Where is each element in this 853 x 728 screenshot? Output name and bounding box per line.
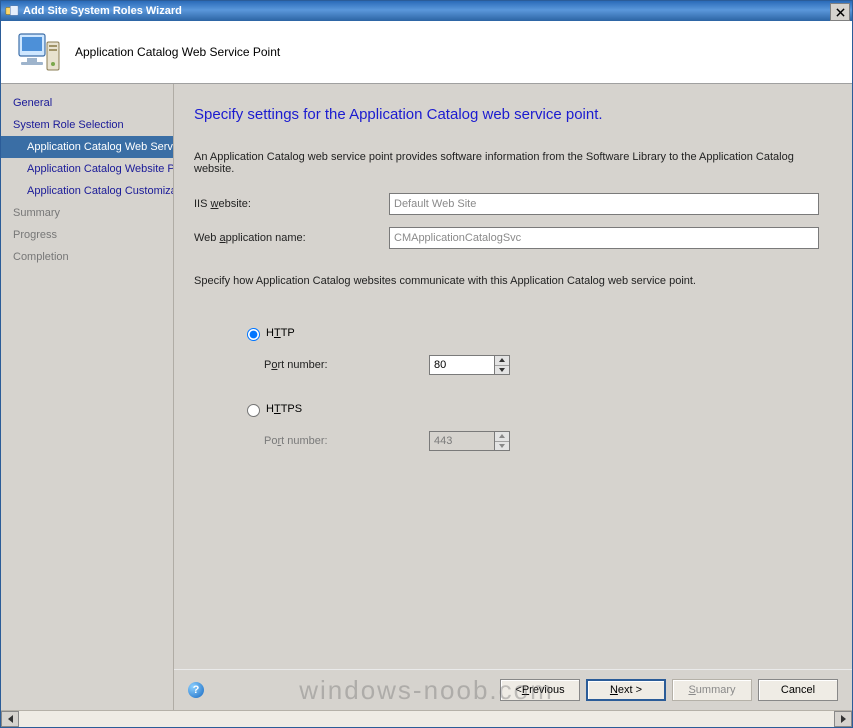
webapp-name-row: Web application name: — [194, 227, 832, 249]
https-radio[interactable] — [247, 404, 260, 417]
wizard-body: General System Role Selection Applicatio… — [1, 84, 852, 710]
horizontal-scrollbar[interactable] — [1, 710, 852, 727]
titlebar: Add Site System Roles Wizard — [1, 1, 852, 21]
http-port-input[interactable] — [430, 356, 494, 374]
button-bar: ? < Previous Next > Summary Cancel — [174, 669, 852, 710]
http-port-spinner[interactable] — [429, 355, 510, 375]
https-port-label: Port number: — [264, 435, 429, 447]
close-button[interactable] — [830, 3, 850, 21]
wizard-titlebar-icon — [5, 4, 19, 18]
sidebar-item-general[interactable]: General — [1, 92, 173, 114]
sidebar-item-progress: Progress — [1, 224, 173, 246]
https-port-input — [430, 432, 494, 450]
content-panel: Specify settings for the Application Cat… — [173, 84, 852, 710]
banner: Application Catalog Web Service Point — [1, 21, 852, 84]
communication-note: Specify how Application Catalog websites… — [194, 275, 832, 287]
sidebar-item-app-catalog-website-point[interactable]: Application Catalog Website Point — [1, 158, 173, 180]
spin-down-button — [495, 441, 509, 451]
webapp-name-input[interactable] — [389, 227, 819, 249]
help-icon[interactable]: ? — [188, 682, 204, 698]
http-radio[interactable] — [247, 328, 260, 341]
http-port-row: Port number: — [264, 355, 832, 375]
cancel-button[interactable]: Cancel — [758, 679, 838, 701]
scroll-right-button[interactable] — [834, 711, 852, 727]
https-port-row: Port number: — [264, 431, 832, 451]
chevron-left-icon — [8, 715, 13, 723]
close-icon — [836, 8, 845, 17]
http-radio-label: HTTP — [266, 327, 295, 339]
next-button[interactable]: Next > — [586, 679, 666, 701]
page-description: An Application Catalog web service point… — [194, 151, 832, 175]
sidebar-item-completion: Completion — [1, 246, 173, 268]
https-port-spinner — [429, 431, 510, 451]
spin-down-button[interactable] — [495, 365, 509, 375]
scroll-left-button[interactable] — [1, 711, 19, 727]
page-heading: Specify settings for the Application Cat… — [194, 106, 832, 123]
chevron-down-icon — [499, 368, 505, 372]
spin-up-button — [495, 432, 509, 441]
https-radio-label: HTTPS — [266, 403, 302, 415]
previous-button[interactable]: < Previous — [500, 679, 580, 701]
sidebar-item-system-role-selection[interactable]: System Role Selection — [1, 114, 173, 136]
http-port-label: Port number: — [264, 359, 429, 371]
sidebar-item-app-catalog-customizations[interactable]: Application Catalog Customizations — [1, 180, 173, 202]
https-radio-row: HTTPS — [242, 401, 832, 417]
iis-website-label: IIS website: — [194, 198, 389, 210]
http-radio-row: HTTP — [242, 325, 832, 341]
spin-up-button[interactable] — [495, 356, 509, 365]
chevron-down-icon — [499, 444, 505, 448]
titlebar-title: Add Site System Roles Wizard — [23, 5, 182, 17]
iis-website-input[interactable] — [389, 193, 819, 215]
wizard-window: Add Site System Roles Wizard Application… — [0, 0, 853, 728]
chevron-right-icon — [841, 715, 846, 723]
sidebar-item-summary: Summary — [1, 202, 173, 224]
webapp-name-label: Web application name: — [194, 232, 389, 244]
computer-server-icon — [15, 28, 63, 76]
chevron-up-icon — [499, 434, 505, 438]
iis-website-row: IIS website: — [194, 193, 832, 215]
chevron-up-icon — [499, 358, 505, 362]
sidebar-item-app-catalog-web-service-point[interactable]: Application Catalog Web Service Point — [1, 136, 173, 158]
summary-button: Summary — [672, 679, 752, 701]
banner-title: Application Catalog Web Service Point — [75, 45, 280, 59]
sidebar: General System Role Selection Applicatio… — [1, 84, 173, 710]
